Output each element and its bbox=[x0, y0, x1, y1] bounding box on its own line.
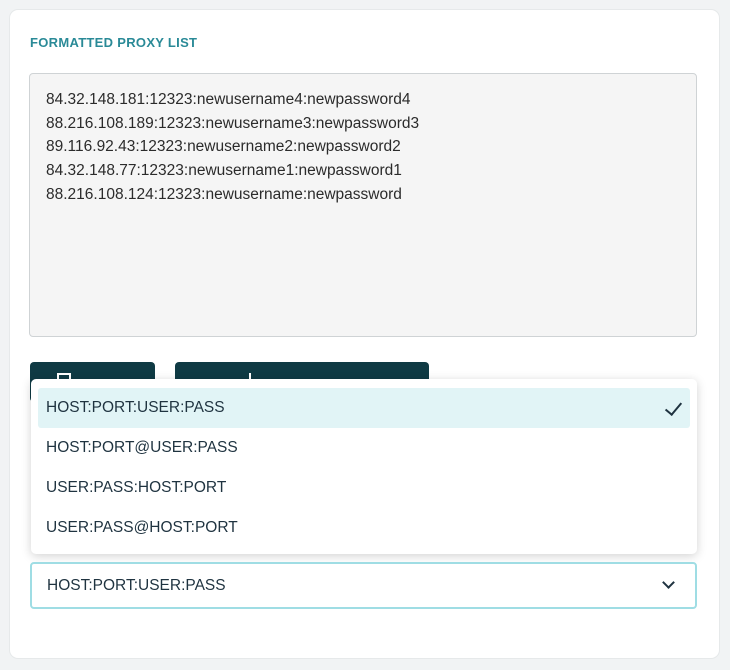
chevron-down-icon bbox=[662, 576, 675, 589]
proxy-line: 88.216.108.189:12323:newusername3:newpas… bbox=[46, 114, 420, 132]
format-option[interactable]: HOST:PORT:USER:PASS bbox=[38, 388, 690, 428]
proxy-list-textarea[interactable]: 84.32.148.181:12323:newusername4:newpass… bbox=[29, 73, 697, 337]
format-select-value: HOST:PORT:USER:PASS bbox=[47, 577, 226, 594]
format-option-label: HOST:PORT@USER:PASS bbox=[46, 439, 238, 456]
section-title: FORMATTED PROXY LIST bbox=[30, 35, 198, 50]
format-option[interactable]: USER:PASS@HOST:PORT bbox=[38, 508, 690, 548]
proxy-line: 88.216.108.124:12323:newusername:newpass… bbox=[46, 185, 402, 203]
format-select[interactable]: HOST:PORT:USER:PASS bbox=[30, 562, 697, 609]
format-option-label: USER:PASS@HOST:PORT bbox=[46, 519, 238, 536]
format-dropdown-menu: HOST:PORT:USER:PASS HOST:PORT@USER:PASS … bbox=[31, 379, 697, 554]
format-option[interactable]: USER:PASS:HOST:PORT bbox=[38, 468, 690, 508]
check-icon bbox=[664, 397, 683, 417]
proxy-line: 89.116.92.43:12323:newusername2:newpassw… bbox=[46, 138, 401, 156]
proxy-line: 84.32.148.77:12323:newusername1:newpassw… bbox=[46, 162, 402, 180]
format-option-label: HOST:PORT:USER:PASS bbox=[46, 399, 225, 416]
format-option-label: USER:PASS:HOST:PORT bbox=[46, 479, 227, 496]
proxy-line: 84.32.148.181:12323:newusername4:newpass… bbox=[46, 91, 411, 108]
format-option[interactable]: HOST:PORT@USER:PASS bbox=[38, 428, 690, 468]
